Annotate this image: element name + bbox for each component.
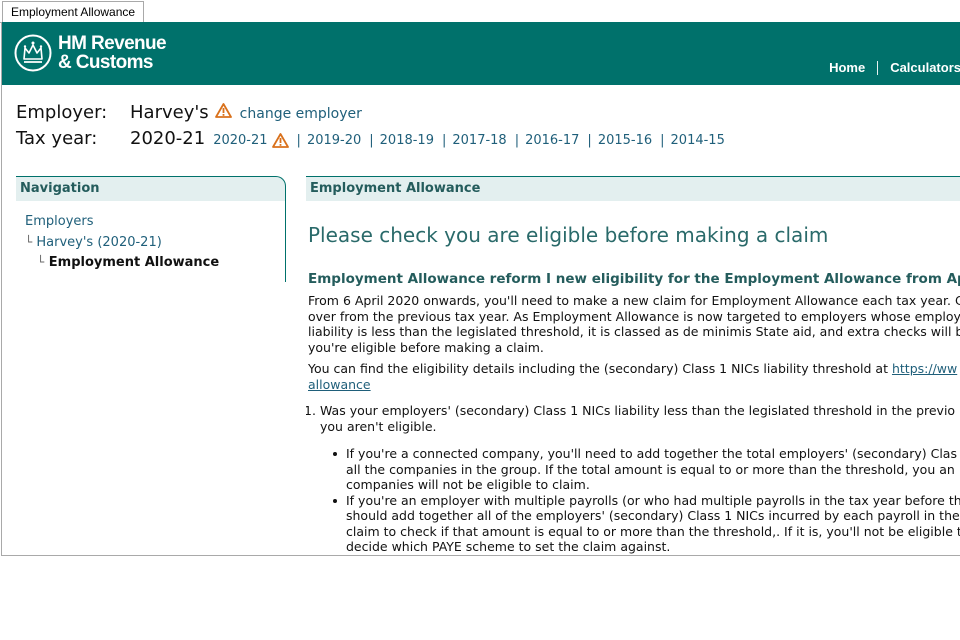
sidebar-item-employer-year[interactable]: Harvey's (2020-21) — [36, 235, 161, 250]
bullet-dot-icon — [333, 498, 337, 503]
tax-year-link-2014-15[interactable]: 2014-15 — [671, 133, 725, 148]
intro-line: liability is less than the legislated th… — [308, 324, 960, 339]
bullet-line: companies will not be eligible to claim. — [346, 477, 590, 492]
intro-paragraph: From 6 April 2020 onwards, you'll need t… — [308, 293, 960, 355]
warning-icon — [214, 103, 232, 118]
tax-year-link-2020-21[interactable]: 2020-21 — [213, 133, 267, 148]
content-window: HM Revenue & Customs Home Calculators Em… — [1, 22, 960, 556]
tree-branch-icon: └ — [37, 255, 45, 269]
logo-text: HM Revenue & Customs — [58, 33, 167, 73]
bullet-line: should add together all of the employers… — [346, 508, 960, 523]
sidebar-item-employers[interactable]: Employers — [25, 214, 94, 229]
question-number: 1. — [306, 403, 316, 418]
question-line: Was your employers' (secondary) Class 1 … — [320, 403, 956, 418]
employer-row: Employer: Harvey's change employer — [16, 102, 362, 123]
bullet-list: If you're a connected company, you'll ne… — [332, 446, 960, 555]
tax-year-links: 2020-21 | 2019-20 | 2018-19 | 2017-18 | … — [213, 133, 725, 148]
bullet-line: all the companies in the group. If the t… — [346, 461, 955, 477]
nav-divider — [877, 60, 879, 75]
logo-line-1: HM Revenue — [58, 33, 167, 54]
sub-heading: Employment Allowance reform I new eligib… — [308, 271, 960, 287]
nav-calculators[interactable]: Calculators — [890, 60, 960, 75]
sidebar-title: Navigation — [16, 176, 286, 201]
year-separator: | — [514, 133, 520, 148]
bullet-dot-icon — [333, 452, 337, 456]
tree-branch-icon: └ — [25, 235, 33, 249]
change-employer-link[interactable]: change employer — [240, 106, 362, 122]
main-content: Employment Allowance Please check you ar… — [306, 176, 960, 555]
eligibility-text: You can find the eligibility details inc… — [308, 361, 892, 376]
section-title: Employment Allowance — [306, 176, 960, 201]
question-item: 1. Was your employers' (secondary) Class… — [306, 403, 960, 434]
top-nav: Home Calculators — [829, 60, 960, 75]
sidebar-item-employment-allowance: Employment Allowance — [48, 255, 220, 270]
tax-year-link-2015-16[interactable]: 2015-16 — [598, 133, 652, 148]
tax-year-link-2016-17[interactable]: 2016-17 — [525, 133, 579, 148]
tab-employment-allowance[interactable]: Employment Allowance — [2, 1, 145, 23]
intro-line: over from the previous tax year. As Empl… — [308, 308, 960, 324]
bullet-line: claim to check if that amount is equal t… — [346, 523, 960, 539]
app-frame: Employment Allowance HM Revenue & Custom… — [0, 0, 960, 556]
hmrc-logo[interactable]: HM Revenue & Customs — [14, 33, 167, 73]
bullet-line: If you're an employer with multiple payr… — [346, 492, 960, 508]
year-separator: | — [660, 133, 665, 148]
tax-year-link-2018-19[interactable]: 2018-19 — [380, 133, 434, 148]
year-separator: | — [441, 133, 447, 148]
bullet-line: decide which PAYE scheme to set the clai… — [346, 539, 671, 554]
employer-name: Harvey's — [130, 102, 209, 123]
warning-icon — [271, 133, 289, 148]
navigation-sidebar: Navigation Employers └ Harvey's (2020-21… — [16, 176, 286, 555]
logo-line-2: & Customs — [58, 52, 153, 73]
crown-crest-icon — [14, 34, 52, 72]
tax-year-label: Tax year: — [16, 128, 98, 149]
year-separator: | — [369, 133, 374, 148]
year-separator: | — [587, 133, 592, 148]
intro-line: From 6 April 2020 onwards, you'll need t… — [308, 293, 960, 308]
bullet-connected-company: If you're a connected company, you'll ne… — [332, 446, 960, 493]
bullet-multiple-payrolls: If you're an employer with multiple payr… — [332, 493, 960, 555]
intro-line: you're eligible before making a claim. — [308, 339, 544, 355]
year-separator: | — [296, 133, 301, 148]
question-line: you aren't eligible. — [320, 418, 437, 434]
tab-strip: Employment Allowance — [0, 0, 960, 23]
tax-year-link-2019-20[interactable]: 2019-20 — [307, 133, 361, 148]
eligibility-link[interactable]: https://ww — [892, 361, 957, 376]
hmrc-banner: HM Revenue & Customs Home Calculators — [2, 22, 960, 85]
sidebar-tree: Employers └ Harvey's (2020-21) └ Employm… — [16, 201, 286, 282]
employer-label: Employer: — [16, 102, 108, 123]
nav-home[interactable]: Home — [829, 60, 865, 75]
eligibility-paragraph: You can find the eligibility details inc… — [308, 361, 960, 392]
eligibility-link-continued[interactable]: allowance — [308, 377, 371, 392]
page-heading: Please check you are eligible before mak… — [308, 223, 829, 247]
tax-year-row: Tax year: 2020-21 2020-21 | 2019-20 | 20… — [16, 128, 725, 149]
tax-year-link-2017-18[interactable]: 2017-18 — [452, 133, 506, 148]
bullet-line: If you're a connected company, you'll ne… — [346, 446, 957, 461]
current-tax-year: 2020-21 — [130, 128, 206, 149]
